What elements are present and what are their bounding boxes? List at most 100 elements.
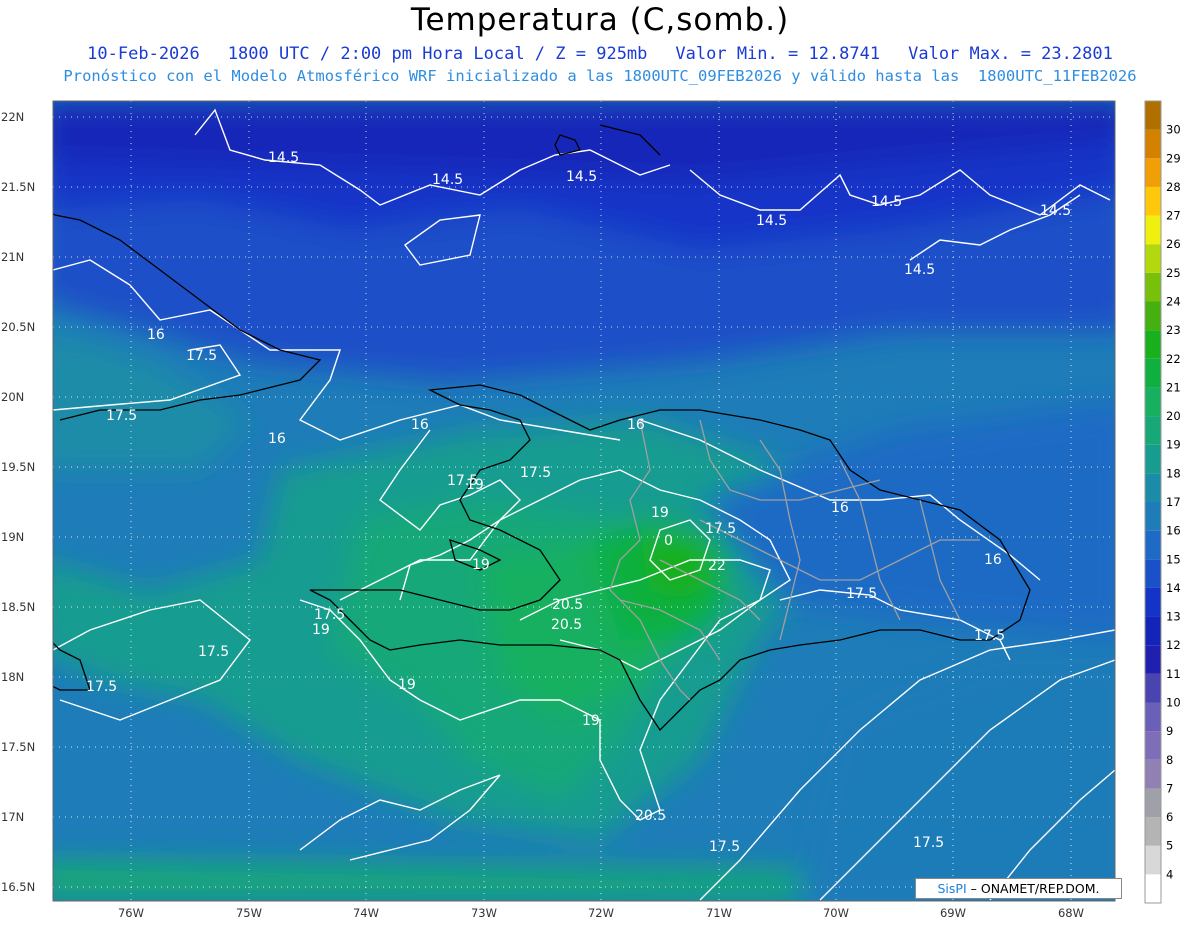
colorbar-swatch <box>1145 272 1161 302</box>
latitude-labels: 22N 21.5N 21N 20.5N 20N 19.5N 19N 18.5N … <box>1 110 35 894</box>
colorbar-label: 22 <box>1166 352 1181 366</box>
colorbar-swatch <box>1145 788 1161 818</box>
colorbar-label: 4 <box>1166 867 1173 881</box>
contour-label: 17.5 <box>520 465 551 481</box>
lat-label: 18N <box>1 670 24 684</box>
colorbar-label: 28 <box>1166 180 1181 194</box>
contour-label: 17.5 <box>974 628 1005 644</box>
sispi-brand: SisPI <box>937 881 967 896</box>
contour-label: 19 <box>651 505 669 521</box>
contour-label: 16 <box>627 417 645 433</box>
contour-label: 17.5 <box>913 835 944 851</box>
contour-label: 14.5 <box>566 169 597 185</box>
colorbar-label: 16 <box>1166 524 1181 538</box>
colorbar-swatch <box>1145 158 1161 187</box>
contour-label: 17.5 <box>709 839 740 855</box>
colorbar-swatch <box>1145 759 1161 789</box>
colorbar-label: 17 <box>1166 495 1181 509</box>
colorbar-swatch <box>1145 702 1161 732</box>
contour-label: 16 <box>147 327 165 343</box>
longitude-labels: 76W 75W 74W 73W 72W 71W 70W 69W 68W <box>118 906 1084 920</box>
contour-label: 17.5 <box>705 521 736 537</box>
lat-label: 19N <box>1 530 24 544</box>
contour-label: 17.5 <box>314 607 345 623</box>
contour-label: 17.5 <box>186 348 217 364</box>
contour-label: 19 <box>582 713 600 729</box>
contour-label: 17.5 <box>106 408 137 424</box>
lat-label: 17N <box>1 810 24 824</box>
contour-label: 14.5 <box>904 262 935 278</box>
colorbar-swatch <box>1145 444 1161 474</box>
contour-label: 14.5 <box>756 213 787 229</box>
credit-box: SisPI – ONAMET/REP.DOM. <box>915 878 1122 899</box>
contour-label: 20.5 <box>635 808 666 824</box>
contour-label: 17.5 <box>846 586 877 602</box>
lat-label: 18.5N <box>1 600 35 614</box>
contour-label: 19 <box>472 557 490 573</box>
colorbar-swatch <box>1145 817 1161 846</box>
colorbar-swatch <box>1145 530 1161 560</box>
colorbar-swatch <box>1145 673 1161 703</box>
temperature-map: 14.5 14.5 14.5 14.5 14.5 14.5 14.5 16 16… <box>1 100 1181 920</box>
colorbar: 4 5 6 7 8 9 10 11 12 13 14 15 16 17 18 19 20 21 22 23 24 25 26… <box>1144 100 1181 904</box>
colorbar-label: 6 <box>1166 810 1173 824</box>
contour-label: 17.5 <box>198 644 229 660</box>
contour-label: 14.5 <box>1040 203 1071 219</box>
colorbar-swatch <box>1145 616 1161 646</box>
colorbar-swatch <box>1145 416 1161 445</box>
lon-label: 69W <box>940 906 966 920</box>
colorbar-swatch <box>1145 358 1161 388</box>
colorbar-swatch <box>1145 101 1161 130</box>
contour-label: 17.5 <box>86 679 117 695</box>
contour-label: 0 <box>664 533 673 549</box>
lon-label: 76W <box>118 906 144 920</box>
lon-label: 73W <box>471 906 497 920</box>
colorbar-swatch <box>1145 330 1161 359</box>
colorbar-label: 30 <box>1166 123 1181 137</box>
contour-label: 16 <box>984 552 1002 568</box>
colorbar-swatch <box>1145 301 1161 331</box>
contour-label: 14.5 <box>268 150 299 166</box>
colorbar-swatch <box>1145 387 1161 417</box>
contour-label: 19 <box>466 477 484 493</box>
contour-label: 14.5 <box>432 172 463 188</box>
colorbar-label: 19 <box>1166 438 1181 452</box>
colorbar-label: 27 <box>1166 209 1181 223</box>
colorbar-label: 7 <box>1166 781 1173 795</box>
colorbar-swatch <box>1145 587 1161 617</box>
colorbar-label: 24 <box>1166 295 1181 309</box>
colorbar-label: 9 <box>1166 724 1173 738</box>
colorbar-label: 8 <box>1166 753 1173 767</box>
colorbar-label: 10 <box>1166 696 1181 710</box>
lon-label: 72W <box>588 906 614 920</box>
contour-label: 16 <box>831 500 849 516</box>
lat-label: 22N <box>1 110 24 124</box>
colorbar-swatch <box>1145 215 1161 245</box>
colorbar-label: 23 <box>1166 323 1181 337</box>
colorbar-label: 11 <box>1166 667 1181 681</box>
colorbar-swatch <box>1145 502 1161 531</box>
contour-label: 20.5 <box>551 617 582 633</box>
contour-label: 16 <box>411 417 429 433</box>
credit-org: – ONAMET/REP.DOM. <box>966 881 1100 896</box>
colorbar-swatch <box>1145 244 1161 273</box>
colorbar-label: 12 <box>1166 638 1181 652</box>
temperature-field <box>53 101 1115 901</box>
lon-label: 70W <box>823 906 849 920</box>
colorbar-label: 15 <box>1166 552 1181 566</box>
contour-label: 16 <box>268 431 286 447</box>
colorbar-swatch <box>1145 473 1161 502</box>
lat-label: 16.5N <box>1 880 35 894</box>
lat-label: 20N <box>1 390 24 404</box>
colorbar-swatch <box>1145 731 1161 760</box>
contour-label: 19 <box>312 622 330 638</box>
colorbar-label: 29 <box>1166 151 1181 165</box>
lon-label: 71W <box>706 906 732 920</box>
colorbar-swatch <box>1145 129 1161 159</box>
lat-label: 17.5N <box>1 740 35 754</box>
colorbar-label: 21 <box>1166 380 1181 394</box>
colorbar-label: 13 <box>1166 610 1181 624</box>
colorbar-swatch <box>1145 186 1161 216</box>
lat-label: 20.5N <box>1 320 35 334</box>
contour-label: 14.5 <box>871 194 902 210</box>
